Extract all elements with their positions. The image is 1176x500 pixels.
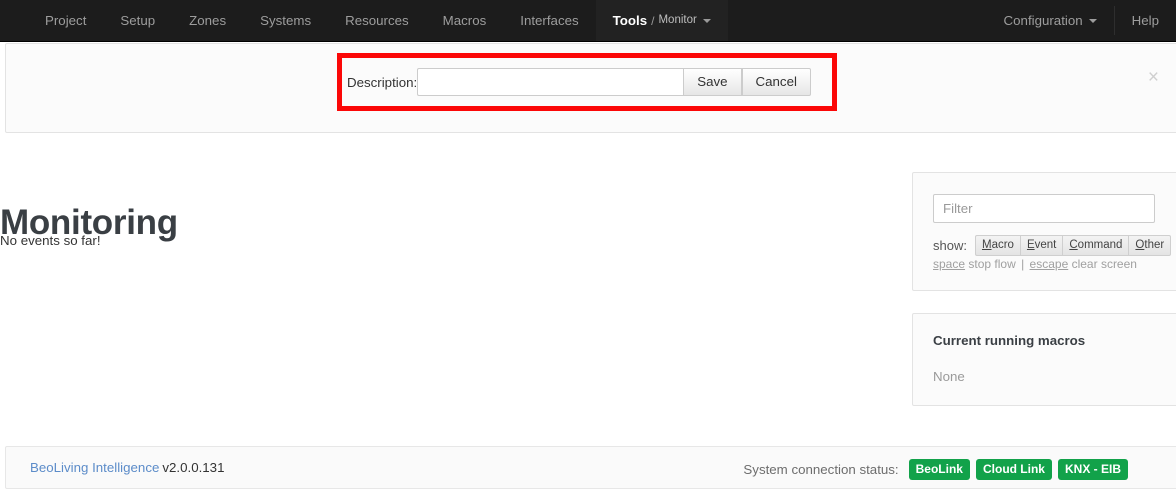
hint-text-clear-screen: clear screen <box>1071 257 1137 271</box>
connection-status-label: System connection status: <box>743 462 899 477</box>
chevron-down-icon <box>702 18 711 23</box>
accel-key: E <box>1026 239 1035 251</box>
status-badge-cloud-link[interactable]: Cloud Link <box>975 459 1052 480</box>
nav-item-configuration[interactable]: Configuration <box>987 0 1114 41</box>
connection-status-area: System connection status: BeoLink Cloud … <box>743 459 1128 480</box>
nav-label-monitor: Monitor <box>658 13 697 26</box>
description-input-group: Save Cancel <box>417 68 811 96</box>
show-filter-row: show: Macro Event Command Other <box>933 235 1172 257</box>
hint-divider: | <box>1021 257 1025 271</box>
running-macros-value: None <box>933 369 965 384</box>
navbar-primary-menu: Project Setup Zones Systems Resources Ma… <box>0 0 728 41</box>
nav-item-setup[interactable]: Setup <box>103 0 172 41</box>
cancel-button[interactable]: Cancel <box>741 68 811 96</box>
footer-product-info: BeoLiving Intelligence v2.0.0.131 <box>30 460 224 475</box>
navbar-secondary-menu: Configuration Help <box>987 0 1176 41</box>
nav-item-systems[interactable]: Systems <box>243 0 328 41</box>
status-badge-knx-eib[interactable]: KNX - EIB <box>1057 459 1128 480</box>
show-label: show: <box>933 238 967 254</box>
show-other-button[interactable]: Other <box>1128 235 1172 257</box>
accel-key: M <box>981 239 992 251</box>
nav-item-macros[interactable]: Macros <box>426 0 504 41</box>
label-rest: acro <box>991 239 1014 251</box>
description-input[interactable] <box>417 68 684 96</box>
nav-label: Resources <box>345 12 409 28</box>
top-navbar: Project Setup Zones Systems Resources Ma… <box>0 0 1176 42</box>
nav-item-zones[interactable]: Zones <box>172 0 243 41</box>
nav-label: Help <box>1131 12 1159 28</box>
show-button-group: Macro Event Command Other <box>974 235 1172 257</box>
show-command-button[interactable]: Command <box>1062 235 1129 257</box>
hint-text-stop-flow: stop flow <box>968 257 1016 271</box>
close-icon[interactable]: × <box>1148 68 1159 87</box>
nav-label: Setup <box>120 12 156 28</box>
running-macros-title: Current running macros <box>933 333 1086 348</box>
nav-label: Configuration <box>1003 12 1083 28</box>
nav-label: Zones <box>189 12 227 28</box>
nav-label: Project <box>45 12 87 28</box>
show-macro-button[interactable]: Macro <box>974 235 1020 257</box>
nav-item-interfaces[interactable]: Interfaces <box>503 0 595 41</box>
description-label: Description: <box>347 74 418 90</box>
nav-label: Systems <box>260 12 312 28</box>
label-rest: vent <box>1034 239 1057 251</box>
label-rest: ther <box>1144 239 1165 251</box>
nav-label: Interfaces <box>520 12 579 28</box>
product-link[interactable]: BeoLiving Intelligence <box>30 460 159 475</box>
chevron-down-icon <box>1088 18 1097 23</box>
description-form: Description: Save Cancel <box>347 63 811 101</box>
nav-item-help[interactable]: Help <box>1115 0 1176 41</box>
nav-label-tools: Tools <box>612 12 648 28</box>
nav-item-tools-monitor[interactable]: Tools / Monitor <box>595 0 728 41</box>
footer-bar: BeoLiving Intelligence v2.0.0.131 System … <box>5 446 1176 489</box>
nav-item-resources[interactable]: Resources <box>328 0 426 41</box>
filter-input[interactable] <box>933 194 1155 223</box>
save-button[interactable]: Save <box>683 68 742 96</box>
keyboard-hints: space stop flow | escape clear screen <box>933 257 1137 271</box>
description-panel: Description: Save Cancel × <box>5 43 1176 133</box>
filter-panel: show: Macro Event Command Other space st… <box>912 172 1176 291</box>
nav-label: Macros <box>442 12 487 28</box>
hint-key-escape: escape <box>1029 257 1069 271</box>
nav-separator: / <box>651 13 655 28</box>
running-macros-panel: Current running macros None <box>912 313 1176 406</box>
product-version: v2.0.0.131 <box>162 460 225 475</box>
empty-state-message: No events so far! <box>0 233 101 248</box>
status-badge-beolink[interactable]: BeoLink <box>908 459 970 480</box>
accel-key: C <box>1069 239 1078 251</box>
nav-item-project[interactable]: Project <box>28 0 103 41</box>
hint-key-space: space <box>933 257 966 271</box>
show-event-button[interactable]: Event <box>1019 235 1063 257</box>
label-rest: ommand <box>1077 239 1123 251</box>
